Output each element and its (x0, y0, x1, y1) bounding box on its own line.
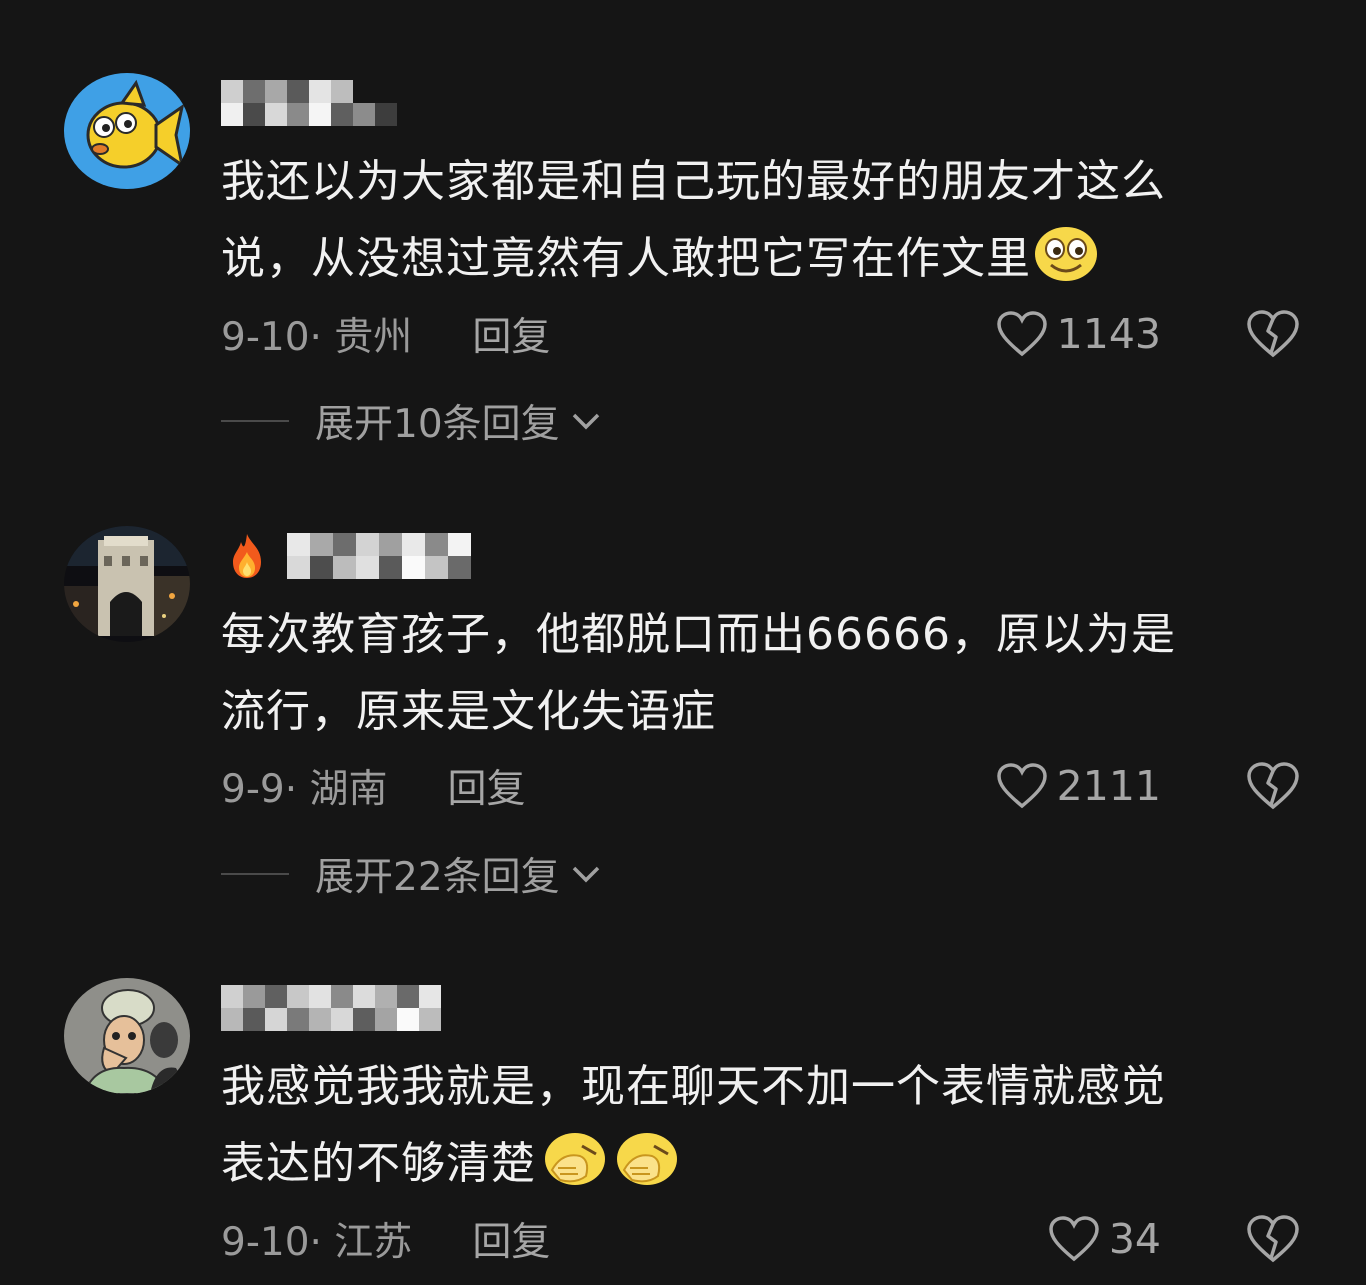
like-button[interactable]: 34 (1047, 1215, 1161, 1263)
comment-meta: 9-9· 湖南 回复 2111 (221, 758, 1311, 814)
reply-button[interactable]: 回复 (448, 758, 526, 814)
facepalm-emoji (614, 1130, 680, 1188)
fire-icon (233, 534, 261, 578)
comment-text-line-content: 说，从没想过竟然有人敢把它写在作文里 (221, 233, 1031, 284)
dislike-button[interactable] (1245, 1214, 1301, 1264)
comment-text-line-content: 表达的不够清楚 (221, 1138, 536, 1189)
avatar[interactable] (64, 526, 190, 642)
comment-meta: 9-10· 江苏 回复 34 (221, 1211, 1311, 1267)
date-location: 9-9· 湖南 (221, 767, 388, 812)
cartoon-avatar-image (64, 978, 190, 1094)
username-blurred[interactable] (221, 80, 397, 126)
heart-icon (1049, 1216, 1099, 1262)
smile-emoji (1033, 225, 1099, 283)
expand-replies-label: 展开22条回复 (315, 855, 560, 900)
username-row[interactable] (221, 531, 471, 581)
building-avatar-image (64, 526, 190, 642)
broken-heart-icon (1247, 762, 1299, 810)
username-row[interactable] (221, 78, 397, 128)
comment-text-line-2: 表达的不够清楚 (221, 1125, 1311, 1202)
like-count: 1143 (1056, 310, 1161, 358)
username-blurred[interactable] (287, 533, 471, 579)
comment-text-line: 我感觉我我就是，现在聊天不加一个表情就感觉 (221, 1061, 1166, 1112)
like-count: 34 (1108, 1215, 1161, 1263)
avatar[interactable] (64, 978, 190, 1094)
reply-button[interactable]: 回复 (472, 1211, 550, 1267)
expand-replies-label: 展开10条回复 (315, 402, 560, 447)
divider-line (221, 873, 289, 875)
username-blurred[interactable] (221, 985, 441, 1031)
chevron-down-icon (572, 413, 599, 430)
comment-text-line-2: 流行，原来是文化失语症 (221, 686, 716, 737)
like-button[interactable]: 2111 (995, 762, 1161, 810)
avatar[interactable] (64, 73, 190, 189)
broken-heart-icon (1247, 1215, 1299, 1263)
divider-line (221, 420, 289, 422)
heart-icon (996, 763, 1047, 809)
reply-button[interactable]: 回复 (472, 306, 550, 362)
like-button[interactable]: 1143 (995, 310, 1161, 358)
dislike-button[interactable] (1245, 309, 1301, 359)
dislike-button[interactable] (1245, 761, 1301, 811)
chevron-down-icon (572, 866, 599, 883)
broken-heart-icon (1247, 310, 1299, 358)
comment-text-line-2: 说，从没想过竟然有人敢把它写在作文里 (221, 220, 1311, 297)
username-row[interactable] (221, 983, 441, 1033)
comment-text: 我还以为大家都是和自己玩的最好的朋友才这么 说，从没想过竟然有人敢把它写在作文里 (221, 143, 1311, 297)
heart-icon (996, 311, 1047, 357)
date-location: 9-10· 江苏 (221, 1220, 413, 1265)
expand-replies[interactable]: 展开10条回复 (221, 393, 604, 449)
facepalm-emoji (542, 1130, 608, 1188)
like-count: 2111 (1056, 762, 1161, 810)
date-location: 9-10· 贵州 (221, 315, 413, 360)
comment-meta: 9-10· 贵州 回复 1143 (221, 306, 1311, 362)
comment-text-line: 我还以为大家都是和自己玩的最好的朋友才这么 (221, 156, 1166, 207)
comment-text: 每次教育孩子，他都脱口而出66666，原以为是 流行，原来是文化失语症 (221, 596, 1311, 750)
fish-avatar-image (64, 73, 190, 189)
comment-text-line: 每次教育孩子，他都脱口而出66666，原以为是 (221, 609, 1176, 660)
comment-text: 我感觉我我就是，现在聊天不加一个表情就感觉 表达的不够清楚 (221, 1048, 1311, 1202)
expand-replies[interactable]: 展开22条回复 (221, 846, 604, 902)
